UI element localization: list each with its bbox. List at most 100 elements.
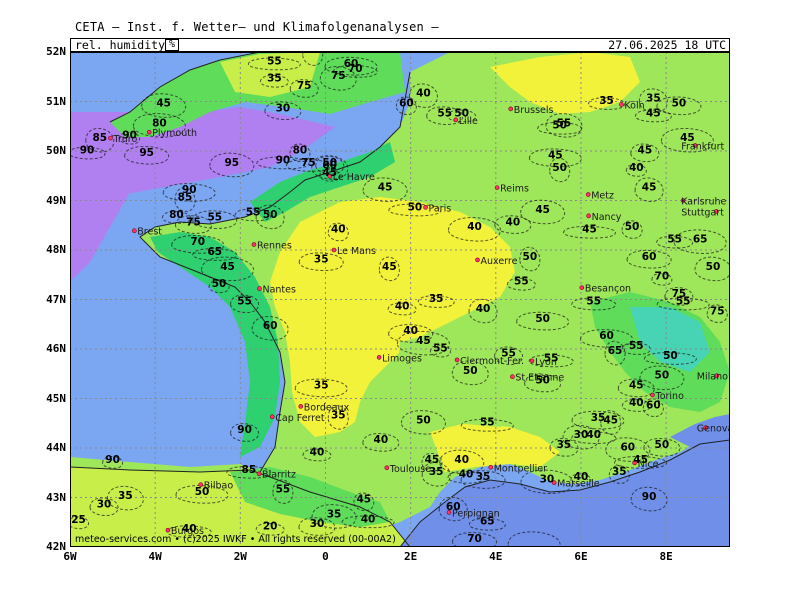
isoline-value-label: 75 [301, 157, 316, 169]
isoline-value-label: 80 [169, 209, 184, 221]
isoline-value-label: 35 [327, 508, 342, 520]
isoline-value-label: 45 [356, 493, 371, 505]
city-marker [384, 465, 390, 471]
isoline-value-label: 90 [642, 491, 657, 503]
isoline-value-label: 45 [638, 144, 653, 156]
isoline-value-label: 45 [548, 149, 563, 161]
isoline-value-label: 45 [416, 335, 431, 347]
city-label: Brussels [514, 105, 554, 116]
latitude-tick-label: 47N [46, 292, 66, 306]
city-label: Besançon [585, 284, 631, 295]
isoline-value-label: 60 [399, 97, 414, 109]
isoline-value-label: 40 [331, 224, 346, 236]
city-label: Metz [591, 191, 614, 202]
isoline-value-label: 45 [646, 107, 661, 119]
latitude-tick-label: 48N [46, 243, 66, 256]
isoline-value-label: 35 [557, 439, 572, 451]
isoline-value-label: 35 [331, 409, 346, 421]
unit-box: % [165, 39, 180, 51]
isoline-value-label: 65 [480, 516, 495, 528]
isoline-value-label: 90 [80, 144, 95, 156]
city-marker [298, 404, 304, 409]
isoline-value-label: 45 [680, 132, 695, 144]
isoline-value-label: 40 [629, 162, 644, 174]
isoline-value-label: 45 [425, 454, 440, 466]
isoline-value-label: 55 [667, 234, 682, 246]
isoline-value-label: 45 [629, 380, 644, 392]
isoline-value-label: 55 [629, 340, 644, 352]
city-label: Köln [624, 100, 644, 111]
isoline-value-label: 50 [523, 251, 538, 263]
isoline-value-label: 50 [706, 261, 721, 273]
isoline-value-label: 40 [361, 513, 376, 525]
city-label: Le Mans [337, 246, 376, 257]
isoline-value-label: 95 [224, 157, 239, 169]
isoline-value-label: 50 [535, 375, 550, 387]
humidity-map: Brussels Lille Köln Frankfurt Le Havre Reims P… [70, 52, 730, 547]
isoline-value-label: 50 [552, 120, 567, 132]
city-label: Karlsruhe [681, 197, 726, 208]
longitude-tick-label: 4W [148, 550, 162, 563]
isoline-value-label: 45 [582, 224, 597, 236]
latitude-tick-label: 43N [46, 490, 66, 504]
isoline-value-label: 50 [463, 365, 478, 377]
city-marker [494, 185, 500, 190]
city-label: Rennes [257, 241, 292, 252]
isoline-value-label: 45 [535, 204, 550, 216]
isoline-value-label: 90 [122, 130, 137, 142]
isoline-value-label: 35 [429, 293, 444, 305]
city-marker [256, 471, 262, 477]
isoline-value-label: 55 [480, 417, 495, 429]
isoline-value-label: 75 [710, 305, 725, 317]
isoline-value-label: 40 [416, 88, 431, 100]
isoline-value-label: 65 [207, 246, 222, 258]
isoline-value-label: 60 [446, 501, 461, 513]
isoline-value-label: 95 [139, 147, 154, 159]
isoline-value-label: 50 [408, 201, 423, 213]
isoline-value-label: 40 [574, 471, 589, 483]
isoline-value-label: 85 [178, 192, 193, 204]
isoline-value-label: 85 [242, 464, 257, 476]
longitude-tick-label: 2W [233, 550, 247, 563]
city-label: Brest [137, 227, 162, 238]
isoline-value-label: 70 [190, 236, 205, 248]
latitude-tick-label: 50N [46, 144, 66, 157]
latitude-tick-label: 51N [46, 94, 66, 108]
city-label: Nancy [592, 212, 622, 223]
isoline-value-label: 50 [416, 414, 431, 426]
isoline-value-label: 60 [599, 330, 614, 342]
latitude-tick-label: 46N [46, 342, 66, 355]
isoline-value-label: 55 [267, 55, 282, 67]
longitude-tick-label: 6W [63, 550, 77, 563]
city-label: Montpellier [494, 463, 547, 474]
isoline-value-label: 65 [693, 234, 708, 246]
city-label: Cap Ferret [275, 413, 325, 424]
city-marker [510, 374, 515, 380]
map-canvas: BrusselsLilleKölnFrankfurtLe HavreReimsP… [70, 52, 730, 547]
longitude-tick-label: 2E [404, 550, 418, 563]
isoline-value-label: 50 [625, 221, 640, 233]
isoline-value-label: 45 [603, 414, 618, 426]
city-marker [423, 205, 428, 210]
city-label: Auxerre [480, 256, 517, 267]
isoline-value-label: 50 [655, 370, 670, 382]
isoline-value-label: 70 [655, 271, 670, 283]
valid-time: 27.06.2025 18 UTC [608, 38, 726, 52]
city-marker [488, 465, 493, 470]
isoline-value-label: 25 [71, 514, 86, 526]
isoline-value-label: 40 [395, 300, 410, 312]
isoline-value-label: 55 [586, 295, 601, 307]
city-label: Stuttgart [681, 207, 724, 218]
city-marker [529, 358, 535, 364]
copyright-text: meteo-services.com • (c)2025 IWKF • All … [75, 534, 396, 545]
isoline-value-label: 50 [263, 209, 278, 221]
isoline-value-label: 90 [276, 154, 291, 166]
isoline-value-label: 75 [297, 80, 312, 92]
isoline-value-label: 55 [237, 295, 252, 307]
city-marker [269, 414, 275, 420]
isoline-value-label: 45 [633, 454, 648, 466]
product-title: CETA – Inst. f. Wetter– und Klimafolgena… [75, 20, 439, 34]
city-marker [585, 192, 591, 197]
city-marker [251, 242, 257, 247]
isoline-value-label: 55 [514, 276, 529, 288]
